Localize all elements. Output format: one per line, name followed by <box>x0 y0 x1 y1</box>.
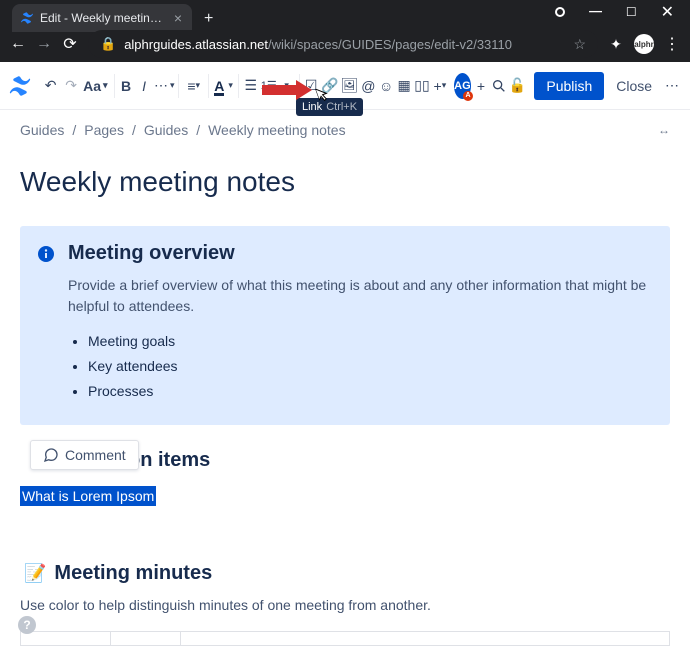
bold-icon[interactable]: B <box>118 70 134 102</box>
user-avatar[interactable]: AG A <box>454 73 471 99</box>
insert-dropdown[interactable]: + ▾ <box>432 70 448 102</box>
panel-title: Meeting overview <box>68 242 652 265</box>
lock-icon: 🔒 <box>100 36 116 52</box>
breadcrumb-link[interactable]: Guides <box>20 122 64 138</box>
reload-icon[interactable]: ⟳ <box>62 34 78 54</box>
tab-close-icon[interactable]: × <box>174 10 182 26</box>
image-icon[interactable]: 🖼 <box>341 70 359 102</box>
profile-avatar[interactable]: alphr <box>634 34 654 54</box>
layout-icon[interactable]: ▯▯ <box>414 70 430 102</box>
emoji-icon[interactable]: ☺ <box>378 70 394 102</box>
back-icon[interactable]: ← <box>10 35 26 53</box>
breadcrumb-link[interactable]: Pages <box>84 122 124 138</box>
minimize-icon[interactable]: ─ <box>589 1 602 22</box>
info-icon <box>38 242 54 405</box>
breadcrumb-separator: / <box>132 122 136 138</box>
breadcrumb: Guides / Pages / Guides / Weekly meeting… <box>20 122 670 138</box>
nav-bar: ← → ⟳ 🔒 alphrguides.atlassian.net/wiki/s… <box>0 32 690 62</box>
confluence-favicon <box>20 11 34 25</box>
bookmark-icon[interactable]: ☆ <box>573 36 586 53</box>
annotation-arrow-icon <box>262 80 312 105</box>
bullet-list-icon[interactable]: ☰ <box>243 70 259 102</box>
memo-emoji-icon: 📝 <box>24 563 46 584</box>
more-actions-icon[interactable]: ⋯ <box>664 70 680 102</box>
tab-title: Edit - Weekly meeting notes - Gu <box>40 11 164 25</box>
undo-icon[interactable]: ↶ <box>40 70 61 102</box>
breadcrumb-separator: / <box>196 122 200 138</box>
comment-button[interactable]: Comment <box>30 440 139 470</box>
maximize-icon[interactable]: ☐ <box>626 5 637 19</box>
record-icon[interactable] <box>555 7 565 17</box>
meeting-minutes-heading[interactable]: 📝 Meeting minutes <box>24 562 670 585</box>
avatar-badge: A <box>463 91 473 101</box>
panel-description: Provide a brief overview of what this me… <box>68 275 652 317</box>
extensions-icon[interactable]: ✦ <box>608 36 624 53</box>
minutes-description: Use color to help distinguish minutes of… <box>20 597 670 613</box>
list-item: Processes <box>88 379 652 404</box>
breadcrumb-link[interactable]: Guides <box>144 122 188 138</box>
tab-strip: Edit - Weekly meeting notes - Gu × + ─ ☐… <box>0 0 690 32</box>
list-item: Key attendees <box>88 354 652 379</box>
table-row <box>21 631 670 645</box>
breadcrumb-separator: / <box>72 122 76 138</box>
list-item: Meeting goals <box>88 329 652 354</box>
redo-icon[interactable]: ↷ <box>63 70 79 102</box>
italic-icon[interactable]: I <box>136 70 152 102</box>
action-items-heading[interactable]: on items <box>128 449 670 472</box>
browser-tab[interactable]: Edit - Weekly meeting notes - Gu × <box>12 4 192 32</box>
comment-icon <box>43 447 59 463</box>
table-cell[interactable] <box>181 631 670 645</box>
table-cell[interactable] <box>111 631 181 645</box>
page-width-icon[interactable]: ↔ <box>658 123 670 137</box>
help-button[interactable]: ? <box>18 616 36 634</box>
browser-menu-icon[interactable]: ⋮ <box>664 34 680 54</box>
invite-icon[interactable]: + <box>473 70 489 102</box>
minutes-table[interactable] <box>20 631 670 646</box>
mention-icon[interactable]: @ <box>360 70 376 102</box>
table-icon[interactable]: ▦ <box>396 70 412 102</box>
publish-button[interactable]: Publish <box>534 72 604 100</box>
align-dropdown[interactable]: ≡ ▾ <box>183 70 204 102</box>
url-path: /wiki/spaces/GUIDES/pages/edit-v2/33110 <box>268 37 512 52</box>
close-window-icon[interactable]: ✕ <box>661 2 674 22</box>
browser-chrome: Edit - Weekly meeting notes - Gu × + ─ ☐… <box>0 0 690 62</box>
page-title[interactable]: Weekly meeting notes <box>20 166 670 198</box>
breadcrumb-current: Weekly meeting notes <box>208 122 345 138</box>
selected-text[interactable]: What is Lorem Ipsom <box>20 486 156 506</box>
panel-list: Meeting goals Key attendees Processes <box>68 329 652 405</box>
find-icon[interactable] <box>491 70 507 102</box>
close-button[interactable]: Close <box>606 72 662 100</box>
text-style-dropdown[interactable]: Aa ▾ <box>81 78 109 94</box>
restrictions-icon[interactable]: 🔓 <box>509 70 526 102</box>
forward-icon[interactable]: → <box>36 35 52 53</box>
confluence-logo-icon[interactable] <box>8 74 32 98</box>
more-formatting-icon[interactable]: ⋯▾ <box>154 70 175 102</box>
url-domain: alphrguides.atlassian.net <box>124 37 268 52</box>
page-content: Guides / Pages / Guides / Weekly meeting… <box>0 110 690 646</box>
text-color-dropdown[interactable]: A ▾ <box>213 70 234 102</box>
new-tab-button[interactable]: + <box>192 6 225 32</box>
info-panel[interactable]: Meeting overview Provide a brief overvie… <box>20 226 670 425</box>
window-controls: ─ ☐ ✕ <box>547 0 682 32</box>
table-cell[interactable] <box>21 631 111 645</box>
address-bar[interactable]: 🔒 alphrguides.atlassian.net/wiki/spaces/… <box>88 30 598 58</box>
